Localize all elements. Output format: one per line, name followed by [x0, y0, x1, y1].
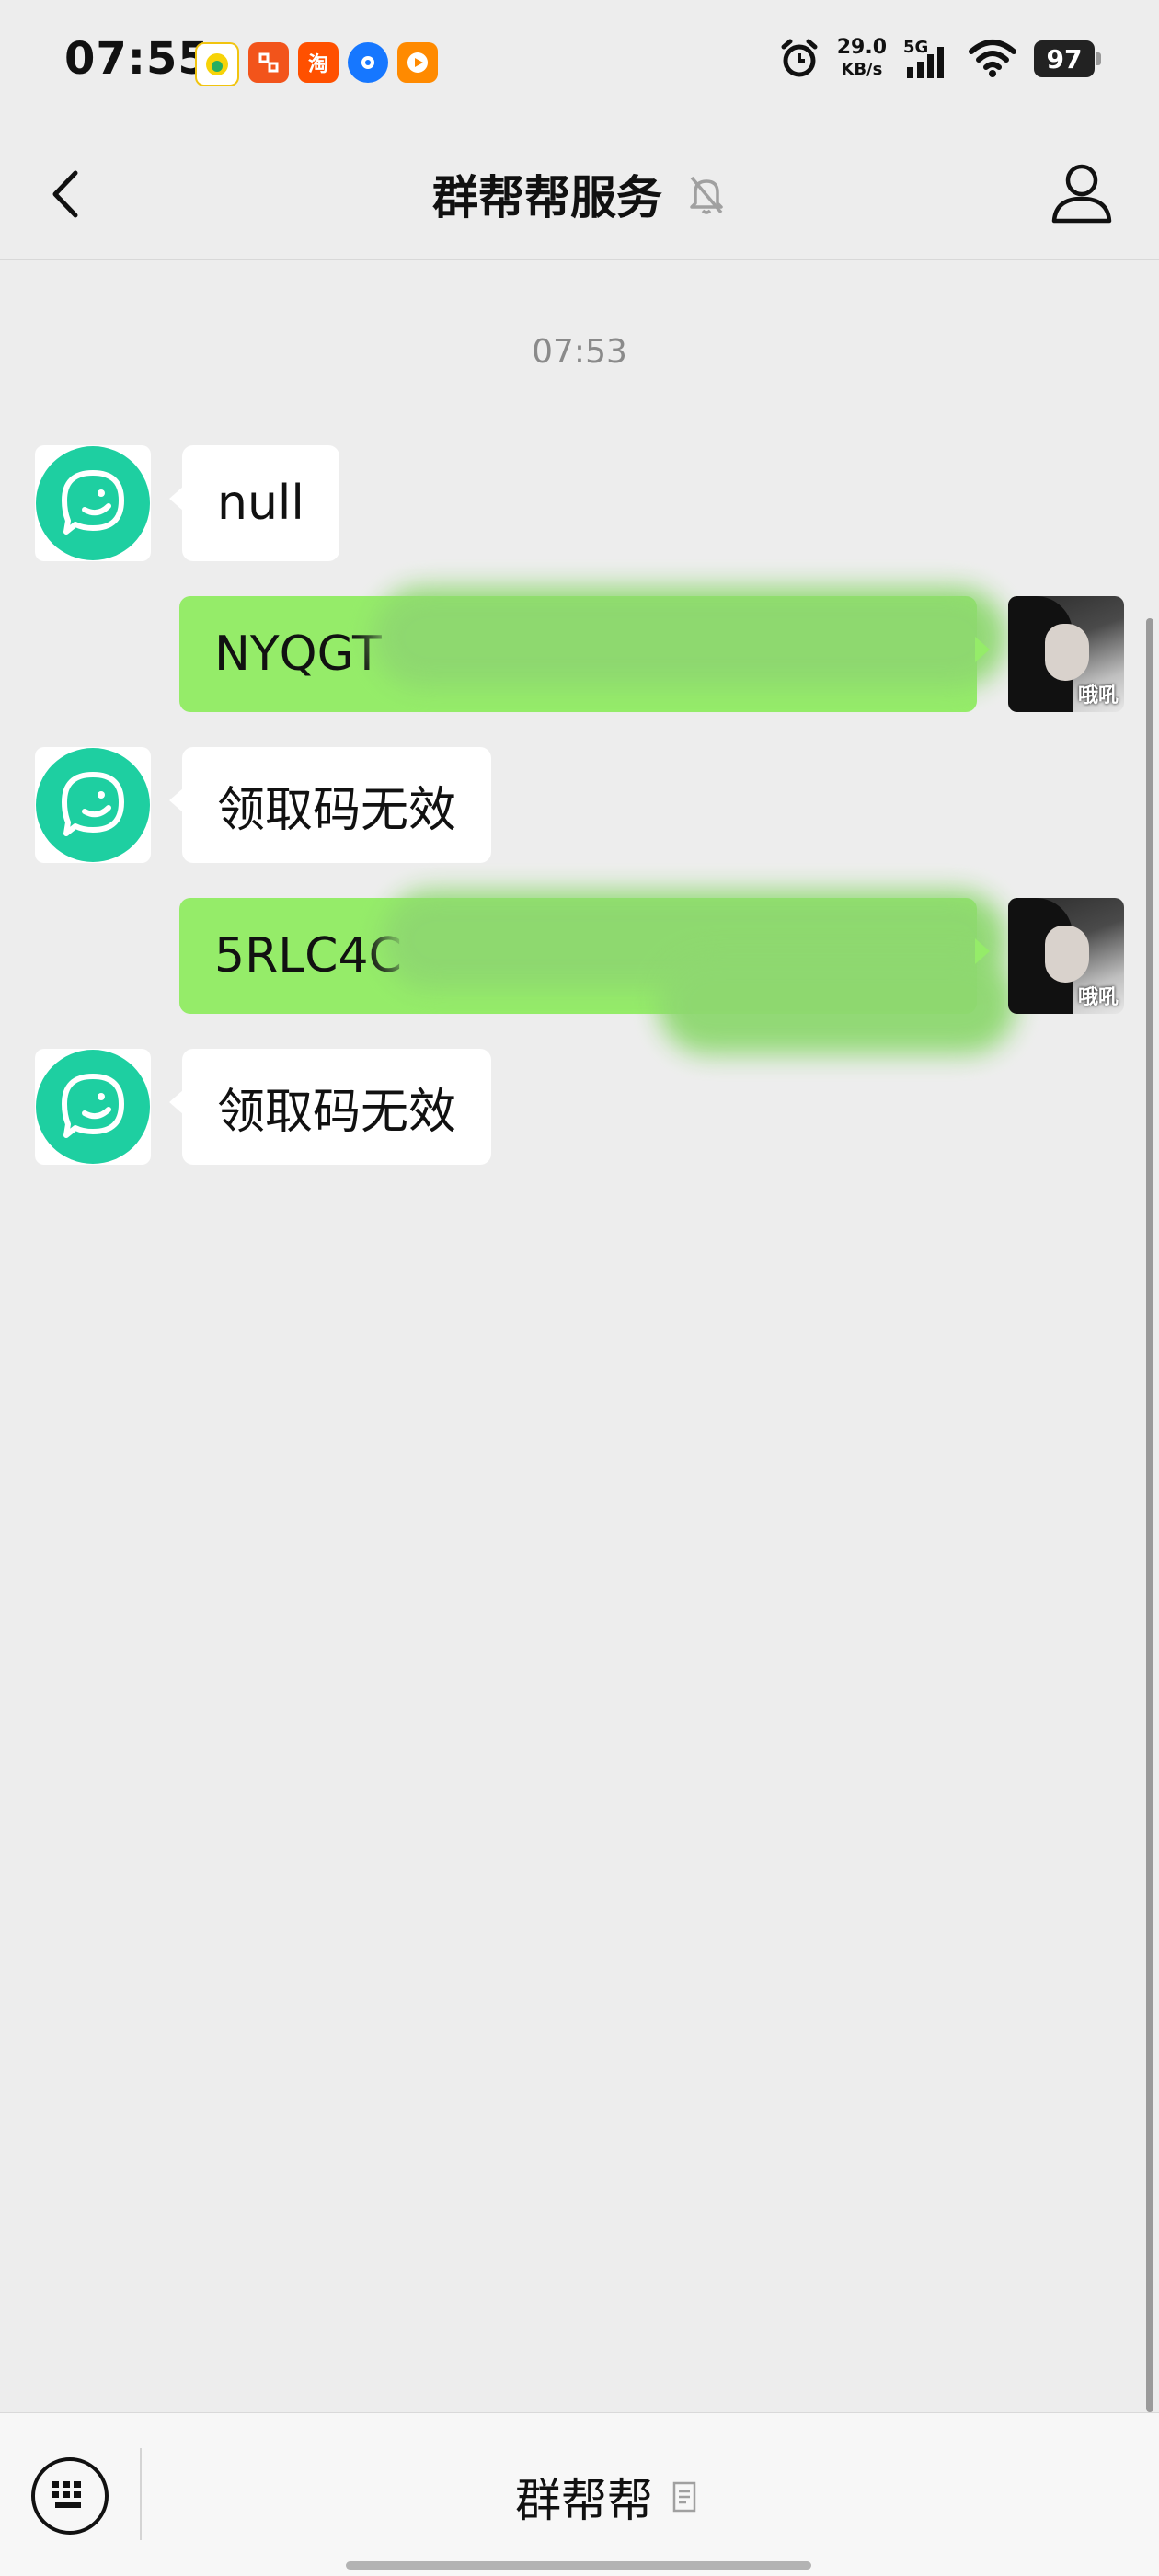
menu-list-icon — [672, 2481, 696, 2513]
divider — [140, 2448, 142, 2540]
net-speed: 29.0 KB/s — [837, 37, 887, 81]
bot-avatar[interactable] — [35, 1049, 151, 1165]
chat-bubble-smile-icon — [36, 748, 150, 862]
keyboard-toggle-button[interactable] — [31, 2457, 109, 2535]
message-text: 领取码无效 — [217, 1084, 457, 1140]
service-menu-button[interactable]: 群帮帮 — [515, 2465, 699, 2529]
scrollbar[interactable] — [1146, 618, 1153, 2412]
bot-avatar[interactable] — [35, 445, 151, 561]
back-button[interactable] — [37, 162, 101, 226]
signal-icon — [907, 47, 944, 78]
outgoing-message[interactable]: NYQGT — [179, 587, 1007, 712]
chat-title: 群帮帮服务 — [432, 171, 662, 224]
taobao-icon: 淘 — [298, 42, 339, 83]
chat-bubble-smile-icon — [36, 446, 150, 560]
message-list[interactable]: 07:53 null NYQGT 哦吼 领取码无效 5RLC4C 哦吼 领取码无… — [0, 259, 1159, 2412]
muted-bell-icon — [690, 176, 723, 214]
bottom-menu-bar: 群帮帮 — [0, 2412, 1159, 2576]
keyboard-icon — [52, 2481, 81, 2508]
video-app-icon — [397, 42, 438, 83]
wifi-icon — [969, 40, 1016, 77]
net-speed-value: 29.0 — [836, 36, 887, 59]
message-timestamp: 07:53 — [532, 333, 627, 371]
message-text: null — [217, 476, 304, 531]
user-avatar[interactable]: 哦吼 — [1008, 596, 1124, 712]
chat-screen: 07:55 淘 29.0 KB/s 5G 97 群帮帮服务 07:53 null… — [0, 0, 1159, 2576]
chat-bubble-smile-icon — [36, 1050, 150, 1164]
svg-text:淘: 淘 — [308, 52, 328, 76]
pinduoduo-icon — [248, 42, 289, 83]
status-right: 29.0 KB/s 5G 97 — [778, 37, 1101, 81]
browser-icon — [348, 42, 388, 83]
message-text: 5RLC4C — [214, 928, 402, 983]
chat-info-button[interactable] — [1045, 156, 1119, 230]
alarm-icon — [781, 39, 818, 77]
person-icon — [1051, 164, 1112, 224]
home-indicator[interactable] — [346, 2561, 811, 2570]
incoming-message[interactable]: 领取码无效 — [168, 1049, 492, 1165]
bot-avatar[interactable] — [35, 747, 151, 863]
menu-label: 群帮帮 — [515, 2474, 653, 2527]
status-bar: 07:55 淘 29.0 KB/s 5G 97 — [0, 0, 1159, 129]
incoming-message[interactable]: 领取码无效 — [168, 747, 492, 863]
qq-music-icon — [195, 42, 239, 86]
notification-icons: 淘 — [195, 42, 438, 86]
avatar-caption: 哦吼 — [1077, 986, 1119, 1009]
battery-indicator: 97 — [1034, 40, 1101, 77]
user-avatar[interactable]: 哦吼 — [1008, 898, 1124, 1014]
chat-header: 群帮帮服务 — [0, 129, 1159, 260]
redaction-smudge — [373, 587, 1007, 688]
avatar-caption: 哦吼 — [1077, 684, 1119, 707]
title-wrap: 群帮帮服务 — [0, 129, 1159, 259]
redaction-smudge — [658, 953, 1016, 1054]
outgoing-message[interactable]: 5RLC4C — [179, 891, 1016, 1054]
message-text: NYQGT — [214, 627, 382, 682]
status-time: 07:55 — [64, 33, 210, 85]
message-text: 领取码无效 — [217, 782, 457, 838]
incoming-message[interactable]: null — [169, 445, 339, 561]
signal-5g: 5G — [903, 38, 951, 80]
net-speed-unit: KB/s — [841, 60, 883, 79]
chevron-left-icon — [52, 170, 78, 218]
